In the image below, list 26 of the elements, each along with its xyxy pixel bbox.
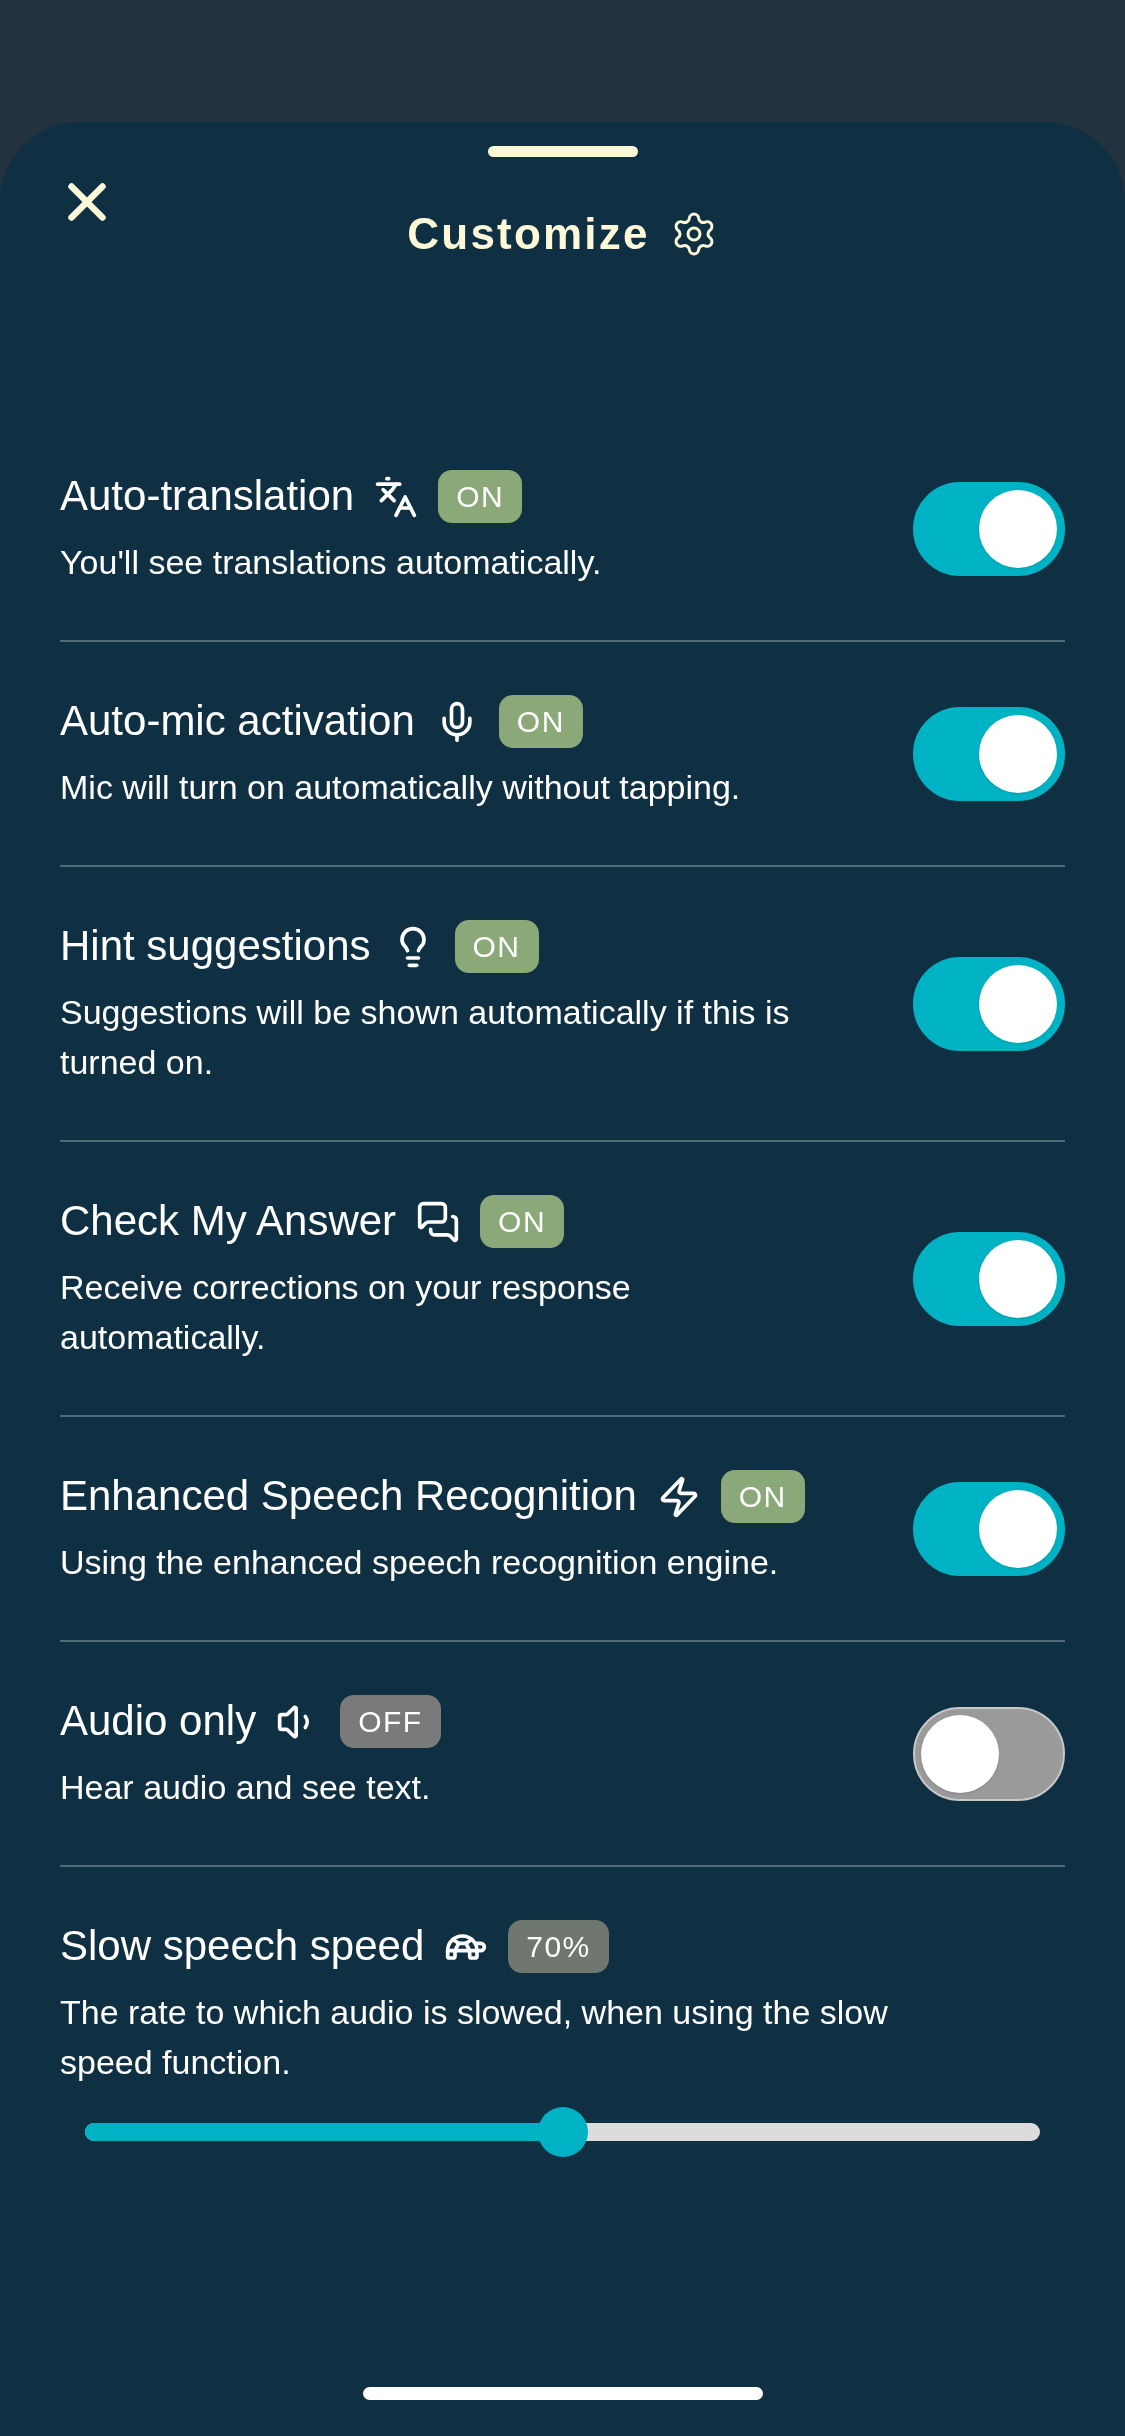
status-badge: ON	[720, 1470, 805, 1523]
setting-description: Receive corrections on your response automatically.	[60, 1267, 632, 1358]
setting-description: The rate to which audio is slowed, when using the slow speed function.	[60, 1992, 889, 2083]
status-badge: ON	[498, 695, 583, 748]
setting-title: Auto-translation	[60, 471, 355, 522]
translate-icon	[374, 474, 419, 519]
status-badge: ON	[438, 470, 523, 523]
setting-description: You'll see translations automatically.	[60, 542, 603, 583]
sheet-title: Customize	[407, 208, 650, 260]
slider-thumb[interactable]	[537, 2107, 588, 2157]
setting-title: Enhanced Speech Recognition	[60, 1471, 637, 1522]
setting-title: Audio only	[60, 1696, 257, 1747]
setting-description: Using the enhanced speech recognition engine.	[60, 1542, 780, 1583]
status-badge: OFF	[340, 1695, 441, 1748]
chat-bubbles-icon	[416, 1199, 461, 1244]
status-badge: ON	[480, 1195, 565, 1248]
setting-title: Check My Answer	[60, 1196, 397, 1247]
setting-description: Hear audio and see text.	[60, 1767, 432, 1808]
setting-title: Auto-mic activation	[60, 696, 415, 747]
setting-title: Hint suggestions	[60, 921, 371, 972]
status-badge: ON	[454, 920, 539, 973]
drag-handle[interactable]	[487, 146, 638, 157]
setting-title: Slow speech speed	[60, 1921, 425, 1972]
setting-description: Suggestions will be shown automatically if this is turned on.	[60, 992, 791, 1083]
status-badge: 70%	[508, 1920, 609, 1973]
setting-description: Mic will turn on automatically without tapping.	[60, 767, 742, 808]
